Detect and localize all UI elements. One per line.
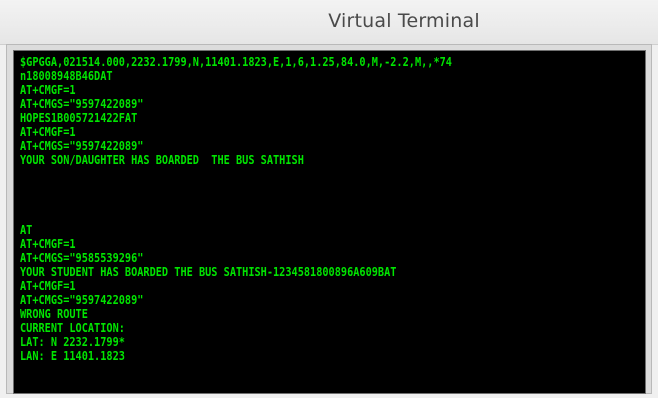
virtual-terminal-window: Virtual Terminal $GPGGA,021514.000,2232.… (0, 0, 658, 398)
terminal-line: n18008948B46DAT (20, 68, 113, 83)
terminal-line: HOPES1B005721422FAT (20, 110, 138, 125)
terminal-line: AT+CMGS="9597422089" (20, 292, 144, 307)
terminal-line: AT+CMGF=1 (20, 124, 76, 139)
terminal-line: AT+CMGF=1 (20, 278, 76, 293)
terminal-line: YOUR SON/DAUGHTER HAS BOARDED THE BUS SA… (20, 152, 304, 167)
terminal-line: CURRENT LOCATION: (20, 320, 125, 335)
terminal-output[interactable]: $GPGGA,021514.000,2232.1799,N,11401.1823… (13, 50, 646, 394)
terminal-line: AT+CMGS="9585539296" (20, 250, 144, 265)
terminal-line: AT (20, 222, 33, 237)
terminal-line: AT+CMGF=1 (20, 82, 76, 97)
terminal-line: $GPGGA,021514.000,2232.1799,N,11401.1823… (20, 54, 452, 69)
terminal-line: AT+CMGF=1 (20, 236, 76, 251)
terminal-line: LAT: N 2232.1799* (20, 334, 125, 349)
terminal-line: LAN: E 11401.1823 (20, 348, 125, 363)
title-bar[interactable]: Virtual Terminal (0, 0, 658, 45)
terminal-line: AT+CMGS="9597422089" (20, 96, 144, 111)
window-title: Virtual Terminal (328, 10, 480, 32)
terminal-line: AT+CMGS="9597422089" (20, 138, 144, 153)
terminal-line: YOUR STUDENT HAS BOARDED THE BUS SATHISH… (20, 264, 397, 279)
terminal-line: WRONG ROUTE (20, 306, 88, 321)
